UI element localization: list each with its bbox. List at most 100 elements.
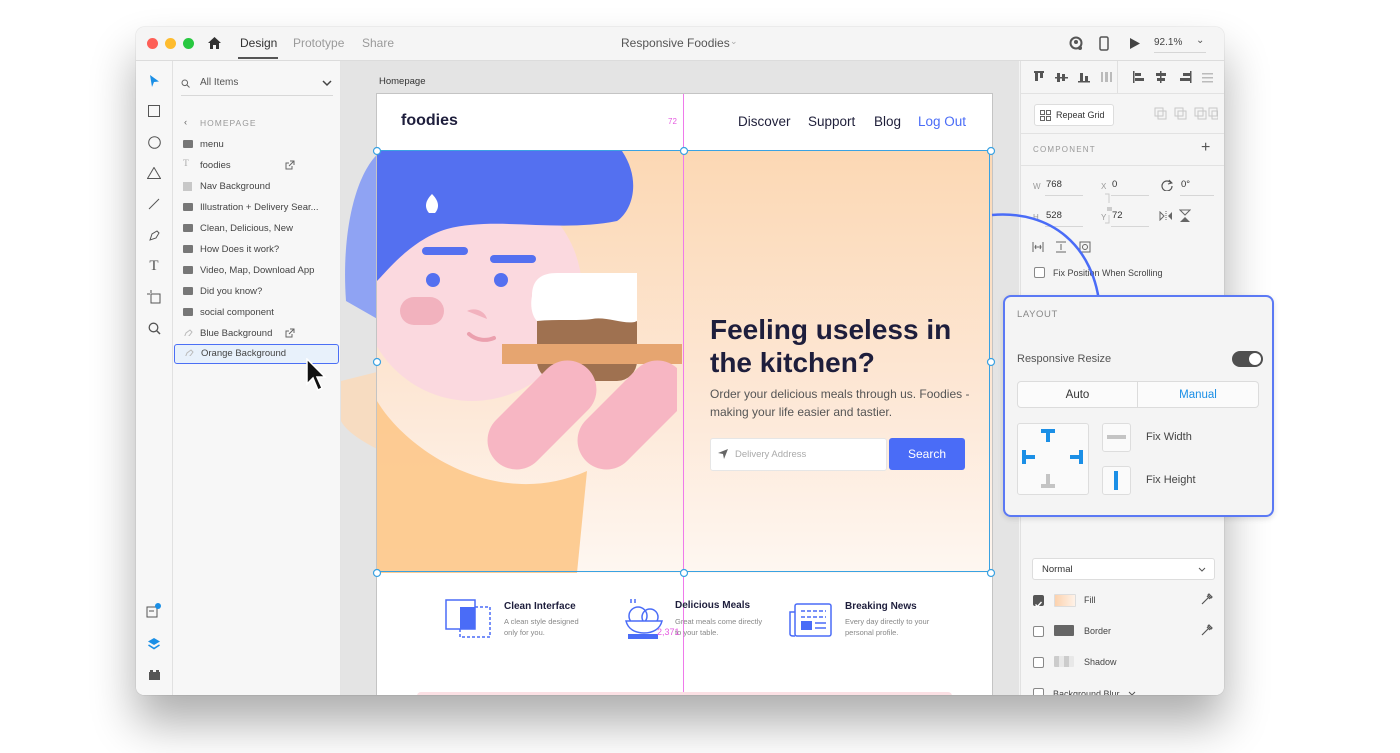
auto-mode-button[interactable]: Auto	[1017, 381, 1138, 408]
pen-tool[interactable]	[144, 225, 164, 245]
repeat-grid-button[interactable]: Repeat Grid	[1034, 104, 1114, 126]
align-vertical-icons[interactable]	[1034, 71, 1114, 83]
folder-icon	[183, 224, 193, 232]
tab-prototype[interactable]: Prototype	[293, 36, 344, 50]
tools-toolbar: T	[136, 61, 173, 695]
layer-label: foodies	[200, 160, 231, 171]
pen-icon	[148, 229, 160, 241]
external-link-icon[interactable]	[285, 328, 295, 338]
select-tool[interactable]	[144, 71, 164, 91]
border-color-swatch[interactable]	[1054, 625, 1074, 636]
folder-icon	[183, 245, 193, 253]
design-canvas[interactable]: Homepage foodies Discover Support Blog L…	[341, 61, 1019, 695]
blend-mode-select[interactable]: Normal	[1032, 558, 1215, 580]
rotate-icon[interactable]	[1161, 179, 1173, 191]
layer-label: Video, Map, Download App	[200, 265, 315, 276]
layer-item[interactable]: Tfoodies	[173, 156, 340, 177]
line-tool[interactable]	[144, 194, 164, 214]
layer-item[interactable]: Video, Map, Download App	[173, 261, 340, 282]
document-title[interactable]: Responsive Foodies	[621, 36, 730, 50]
layer-item[interactable]: Nav Background	[173, 177, 340, 198]
play-icon[interactable]	[1129, 37, 1141, 50]
tab-design[interactable]: Design	[240, 36, 277, 50]
folder-icon	[183, 203, 193, 211]
chevron-down-icon[interactable]	[322, 80, 332, 87]
external-link-icon[interactable]	[285, 160, 295, 170]
fill-color-swatch[interactable]	[1054, 594, 1076, 607]
chevron-down-icon	[1198, 567, 1206, 572]
align-horizontal-icons[interactable]	[1133, 71, 1213, 83]
selection-handles[interactable]	[341, 61, 1019, 695]
fix-width-icon	[1107, 435, 1126, 439]
breadcrumb-label: HOMEPAGE	[200, 118, 257, 128]
text-tool-icon: T	[149, 257, 159, 274]
zoom-tool[interactable]	[144, 318, 164, 338]
zoom-chevron-down-icon[interactable]: ⌄	[1196, 35, 1204, 46]
ellipse-tool[interactable]	[144, 132, 164, 152]
home-icon[interactable]	[207, 36, 222, 50]
maximize-window-button[interactable]	[183, 38, 194, 49]
divider	[1117, 61, 1118, 93]
background-blur-checkbox[interactable]	[1033, 688, 1044, 695]
mouse-cursor-icon	[306, 358, 327, 392]
fix-width-label: Fix Width	[1146, 431, 1192, 443]
boolean-ops-icons[interactable]	[1154, 107, 1218, 121]
layer-item[interactable]: Blue Background	[173, 324, 340, 345]
divider	[1021, 93, 1224, 94]
add-component-icon[interactable]: +	[1201, 139, 1210, 157]
border-label: Border	[1084, 626, 1112, 636]
rotation-input[interactable]: 0°	[1181, 179, 1190, 190]
layers-panel-button[interactable]	[144, 633, 164, 653]
fill-checkbox[interactable]	[1033, 595, 1044, 608]
assets-panel-button[interactable]	[144, 601, 164, 621]
close-window-button[interactable]	[147, 38, 158, 49]
eyedropper-icon[interactable]	[1201, 623, 1213, 636]
search-icon	[181, 79, 190, 88]
fix-width-toggle[interactable]	[1102, 423, 1131, 452]
layer-item[interactable]: Clean, Delicious, New	[173, 219, 340, 240]
chevron-down-icon[interactable]	[1128, 691, 1136, 695]
layers-breadcrumb[interactable]: ‹ HOMEPAGE	[173, 114, 340, 135]
back-chevron-icon[interactable]: ‹	[184, 117, 187, 128]
border-checkbox[interactable]	[1033, 626, 1044, 637]
layer-item[interactable]: How Does it work?	[173, 240, 340, 261]
user-share-icon[interactable]	[1069, 36, 1083, 51]
folder-icon	[183, 266, 193, 274]
rectangle-tool[interactable]	[144, 101, 164, 121]
layer-item[interactable]: menu	[173, 135, 340, 156]
x-label: X	[1101, 182, 1107, 191]
plugins-panel-button[interactable]	[144, 665, 164, 685]
layers-icon	[148, 637, 160, 649]
layers-filter[interactable]: All Items	[181, 71, 333, 96]
eyedropper-icon[interactable]	[1201, 592, 1213, 605]
tab-share[interactable]: Share	[362, 36, 394, 50]
responsive-resize-toggle[interactable]	[1232, 351, 1263, 367]
input-underline	[1045, 195, 1083, 196]
fix-height-toggle[interactable]	[1102, 466, 1131, 495]
folder-icon	[183, 287, 193, 295]
manual-mode-button[interactable]: Manual	[1138, 381, 1259, 408]
layer-item[interactable]: Illustration + Delivery Sear...	[173, 198, 340, 219]
shadow-label: Shadow	[1084, 657, 1117, 667]
layer-label: Clean, Delicious, New	[200, 223, 293, 234]
title-chevron-down-icon[interactable]: ⌄	[730, 36, 738, 47]
shadow-checkbox[interactable]	[1033, 657, 1044, 668]
width-input[interactable]: 768	[1046, 179, 1062, 190]
rectangle-layer-icon	[183, 182, 192, 191]
zoom-level[interactable]: 92.1%	[1154, 37, 1182, 48]
text-tool[interactable]: T	[144, 256, 164, 276]
layer-item[interactable]: Did you know?	[173, 282, 340, 303]
minimize-window-button[interactable]	[165, 38, 176, 49]
artboard-tool[interactable]	[144, 287, 164, 307]
flip-horizontal-icon[interactable]	[1159, 211, 1173, 221]
polygon-tool[interactable]	[144, 163, 164, 183]
device-preview-icon[interactable]	[1099, 36, 1109, 51]
fill-label: Fill	[1084, 595, 1096, 605]
x-input[interactable]: 0	[1112, 179, 1117, 190]
layer-item[interactable]: social component	[173, 303, 340, 324]
repeat-grid-icon	[1040, 110, 1051, 121]
constraint-pins-widget[interactable]	[1017, 423, 1089, 495]
shadow-swatch[interactable]	[1054, 656, 1074, 667]
divider	[1021, 165, 1224, 166]
flip-vertical-icon[interactable]	[1179, 209, 1191, 223]
